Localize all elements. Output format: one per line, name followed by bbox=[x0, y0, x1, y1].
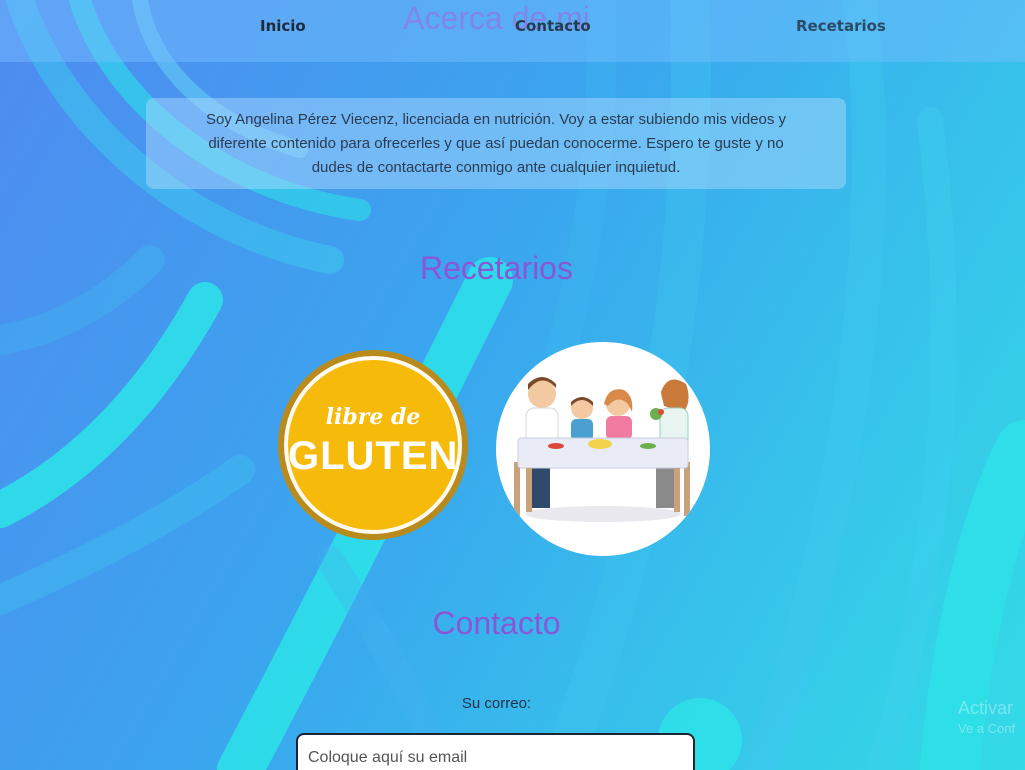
watermark-line2: Ve a Conf bbox=[958, 721, 1016, 736]
nav-recetarios-link[interactable]: Recetarios bbox=[796, 17, 886, 35]
about-text: Soy Angelina Pérez Viecenz, licenciada e… bbox=[205, 111, 787, 176]
gluten-free-badge-icon: libre de GLUTEN bbox=[278, 350, 468, 540]
recetarios-title: Recetarios bbox=[420, 250, 573, 286]
email-label: Su correo: bbox=[461, 695, 532, 712]
windows-activation-watermark: Activar Ve a Conf bbox=[958, 698, 1015, 736]
gluten-free-recipe-card[interactable]: libre de GLUTEN bbox=[278, 350, 468, 540]
contacto-title: Contacto bbox=[432, 605, 561, 641]
family-dinner-illustration-icon bbox=[496, 342, 710, 556]
nav-inicio-link[interactable]: Inicio bbox=[260, 17, 306, 35]
nav-contacto-link[interactable]: Contacto bbox=[515, 17, 591, 35]
gluten-badge-top-text: libre de bbox=[325, 404, 421, 430]
navbar: Inicio Contacto Recetarios bbox=[0, 0, 1025, 62]
gluten-badge-main-text: GLUTEN bbox=[288, 434, 459, 478]
watermark-line1: Activar bbox=[958, 698, 1014, 718]
about-box: Soy Angelina Pérez Viecenz, licenciada e… bbox=[146, 98, 846, 189]
email-input[interactable] bbox=[296, 733, 695, 770]
family-meal-recipe-card[interactable] bbox=[496, 342, 710, 556]
